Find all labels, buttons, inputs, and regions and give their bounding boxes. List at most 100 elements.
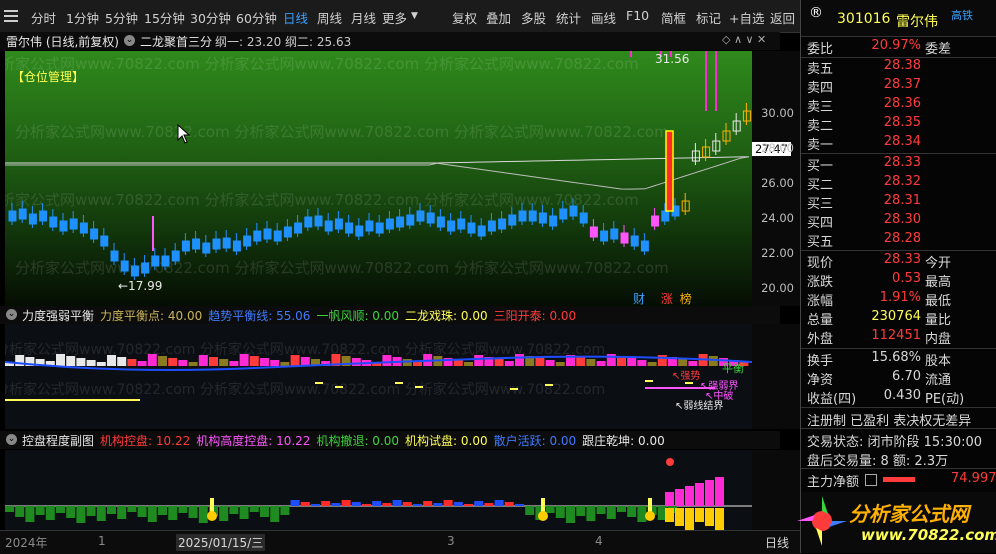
period-tab[interactable]: 更多	[382, 8, 407, 27]
toolbar-button[interactable]: 复权	[452, 8, 477, 27]
toolbar-button[interactable]: 多股	[521, 8, 546, 27]
indicator2-title[interactable]: 控盘程度副图	[22, 432, 94, 449]
control-bar	[127, 506, 137, 512]
control-bar-high	[685, 486, 694, 506]
control-bar-high	[665, 492, 674, 506]
menu-icon[interactable]	[4, 10, 18, 22]
dollar-marker-icon	[207, 511, 217, 521]
period-tab[interactable]: 30分钟	[190, 8, 231, 27]
toolbar-button[interactable]: 统计	[556, 8, 581, 27]
strength-balance-chart[interactable]: 分析家公式网www.70822.com 分析家公式网www.70822.com …	[5, 324, 752, 429]
balance-bar	[504, 361, 514, 366]
candle-body	[212, 238, 221, 250]
gang2-value: 纲二: 25.63	[285, 35, 352, 49]
sell-price: 28.37	[883, 77, 921, 92]
sector-tag[interactable]: 高铁	[951, 7, 973, 23]
badge-limit-up[interactable]: 涨	[661, 292, 673, 306]
balance-bar	[494, 359, 504, 366]
more-dropdown-icon[interactable]: ▼	[411, 11, 418, 21]
control-degree-chart[interactable]	[5, 450, 752, 530]
buy-price: 28.28	[883, 231, 921, 246]
yellow-tick	[545, 384, 553, 386]
sell-row: 卖三 28.36	[807, 96, 991, 115]
indicator-name[interactable]: 二龙聚首三分	[140, 33, 212, 50]
balance-bar	[198, 355, 208, 366]
period-tab[interactable]: 60分钟	[236, 8, 277, 27]
site-logo: 分析家公式网 www.70822.com	[797, 492, 996, 553]
candle-body	[39, 210, 48, 222]
period-tab[interactable]: 月线	[351, 8, 376, 27]
balance-bar	[678, 359, 688, 366]
control-bar-yellow	[695, 508, 704, 522]
control-bar	[617, 506, 626, 512]
balance-bar	[576, 357, 586, 366]
control-bar	[198, 506, 208, 523]
balance-bar	[280, 362, 290, 366]
indicator2-dropdown-icon[interactable]: ⌄	[6, 434, 17, 445]
control-bar	[107, 506, 116, 514]
detail-icon[interactable]	[865, 474, 877, 486]
quote-row: 现价 28.33 今开	[807, 252, 991, 271]
indicator-value: 机构试盘: 0.00	[405, 434, 488, 448]
indicator1-title[interactable]: 力度强弱平衡	[22, 307, 94, 324]
quote-value: 6.70	[892, 369, 921, 384]
control-bar	[413, 504, 422, 506]
toolbar-button[interactable]: 标记	[696, 8, 721, 27]
toolbar-button[interactable]: F10	[626, 8, 649, 23]
alert-icon[interactable]: ®	[809, 5, 823, 21]
buy-label: 买三	[807, 197, 834, 212]
toolbar-button[interactable]: +自选	[729, 8, 764, 27]
candle-body	[161, 255, 170, 267]
candle-body	[375, 222, 384, 234]
sell-label: 卖五	[807, 62, 834, 77]
stock-flags: 注册制 已盈利 表决权无差异	[807, 414, 972, 429]
indicator1-dropdown-icon[interactable]: ⌄	[6, 309, 17, 320]
quote-sub-label: 流通	[925, 373, 952, 388]
quote-label: 收益(四)	[807, 392, 857, 407]
period-tab[interactable]: 日线	[283, 8, 308, 27]
balance-bar	[637, 360, 647, 366]
quote-label: 净资	[807, 373, 834, 388]
toolbar-button[interactable]: 画线	[591, 8, 616, 27]
period-tab[interactable]: 分时	[31, 8, 56, 27]
candle-body	[549, 215, 558, 227]
period-tab[interactable]: 5分钟	[105, 8, 138, 27]
control-bar	[86, 506, 96, 516]
quote-label: 总量	[807, 313, 834, 328]
candle-body	[345, 222, 354, 234]
period-tab[interactable]: 15分钟	[144, 8, 185, 27]
main-flow-label: 主力净额	[807, 475, 860, 490]
chart-header-controls[interactable]: ◇ ∧ ∨ ✕	[722, 33, 766, 46]
period-tab[interactable]: 1分钟	[66, 8, 99, 27]
balance-bar	[249, 356, 259, 366]
candle-body	[79, 222, 88, 234]
sell-price: 28.38	[883, 58, 921, 73]
candle-body	[457, 218, 466, 230]
candle-body	[294, 222, 303, 234]
indicator-dropdown-icon[interactable]: ⌄	[124, 35, 135, 46]
yellow-tick	[315, 382, 323, 384]
period-tab[interactable]: 周线	[317, 8, 342, 27]
candle-body	[283, 226, 292, 238]
signal-spike	[630, 51, 632, 57]
yellow-tick	[335, 386, 343, 388]
candle-body	[436, 216, 445, 228]
candle-body	[538, 212, 547, 224]
quote-row: 涨幅 1.91% 最低	[807, 290, 991, 309]
toolbar-button[interactable]: 返回	[770, 8, 795, 27]
balance-bar	[453, 360, 463, 366]
candle-body	[243, 235, 252, 247]
candle-body	[69, 218, 78, 230]
badge-rank[interactable]: 榜	[680, 292, 692, 306]
indicator-value: 三阳开泰: 0.00	[493, 309, 577, 323]
candle-body	[141, 262, 150, 274]
price-axis: 30.00 27.47 28.00 26.00 24.00 22.00 20.0…	[752, 51, 800, 306]
period-label[interactable]: 日线	[765, 534, 789, 551]
candle-body	[59, 220, 68, 232]
balance-bar	[117, 357, 127, 366]
candlestick-chart[interactable]: 分析家公式网www.70822.com 分析家公式网www.70822.com …	[5, 51, 752, 306]
toolbar-button[interactable]: 叠加	[486, 8, 511, 27]
balance-bar	[545, 360, 555, 366]
badge-finance[interactable]: 财	[633, 292, 645, 306]
toolbar-button[interactable]: 简框	[661, 8, 686, 27]
